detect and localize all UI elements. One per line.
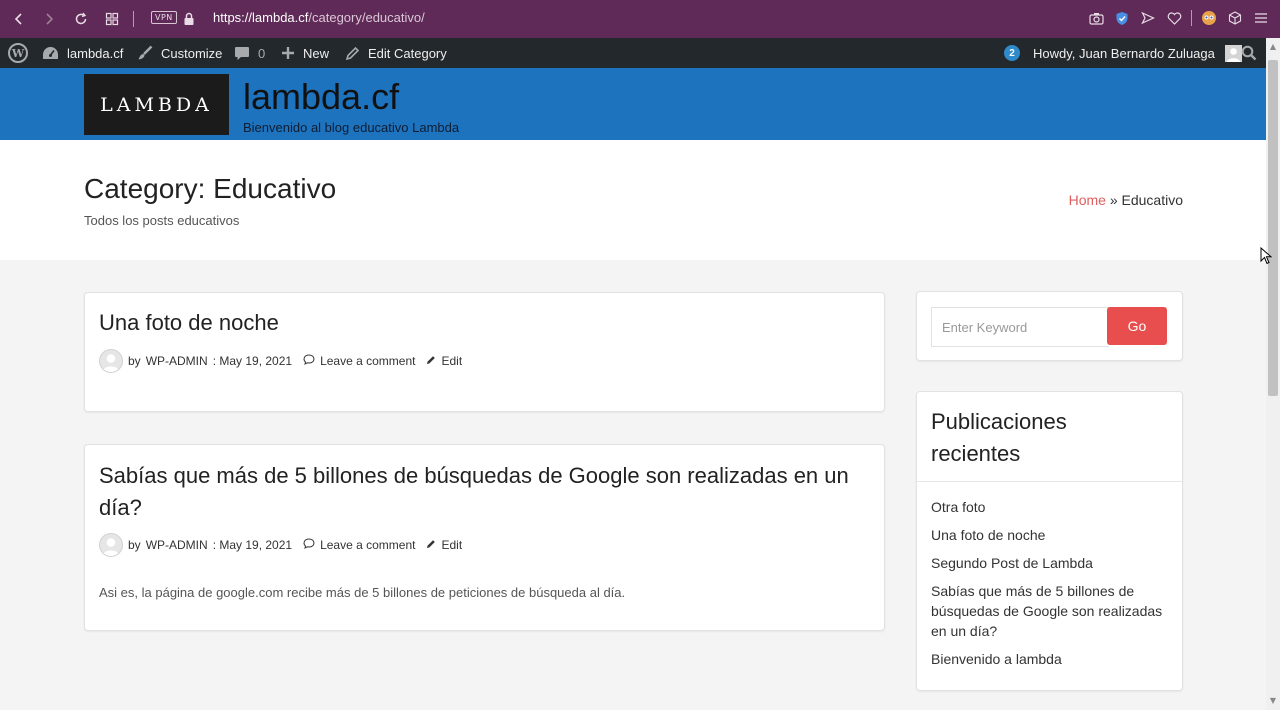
author-link[interactable]: WP-ADMIN <box>146 538 208 552</box>
post-card: Una foto de noche by WP-ADMIN : May 19, … <box>84 292 885 412</box>
site-tagline: Bienvenido al blog educativo Lambda <box>243 120 460 135</box>
customize-link[interactable]: Customize <box>137 38 222 68</box>
edit-link[interactable]: Edit <box>441 354 462 368</box>
cube-icon[interactable] <box>1226 9 1244 27</box>
forward-icon[interactable] <box>39 9 59 29</box>
plus-icon <box>281 46 295 60</box>
recent-posts-list: Otra foto Una foto de noche Segundo Post… <box>931 497 1171 677</box>
pencil-icon <box>345 46 360 61</box>
comment-icon <box>303 538 315 552</box>
new-label: New <box>303 45 330 61</box>
breadcrumb: Home » Educativo <box>1069 192 1183 208</box>
page-scrollbar[interactable]: ▲ ▼ <box>1266 38 1280 710</box>
admin-search-icon[interactable] <box>1241 38 1257 68</box>
mouse-cursor-icon <box>1260 246 1273 269</box>
site-header: LAMBDA lambda.cf Bienvenido al blog educ… <box>0 68 1266 140</box>
breadcrumb-home-link[interactable]: Home <box>1069 192 1106 208</box>
site-title[interactable]: lambda.cf <box>243 76 399 118</box>
wp-admin-bar: W lambda.cf Customize 0 New Edit Categor… <box>0 38 1266 68</box>
account-menu[interactable]: Howdy, Juan Bernardo Zuluaga <box>1033 38 1242 68</box>
breadcrumb-separator: » <box>1109 192 1118 208</box>
tabs-grid-icon[interactable] <box>102 9 122 29</box>
edit-pencil-icon <box>426 538 436 552</box>
search-go-button[interactable]: Go <box>1107 307 1167 345</box>
toolbar-divider <box>1191 10 1192 26</box>
browser-extension-icons <box>1087 9 1270 27</box>
post-excerpt: Asi es, la página de google.com recibe m… <box>99 585 626 600</box>
comment-link[interactable]: Leave a comment <box>320 354 415 368</box>
author-avatar <box>99 349 123 373</box>
notification-badge: 2 <box>1004 45 1020 61</box>
post-date[interactable]: : May 19, 2021 <box>213 354 292 368</box>
user-avatar <box>1224 44 1242 62</box>
camera-icon[interactable] <box>1087 9 1105 27</box>
scroll-thumb[interactable] <box>1268 60 1278 396</box>
edit-category-label: Edit Category <box>368 45 447 61</box>
profile-avatar-icon[interactable] <box>1200 9 1218 27</box>
recent-post-link[interactable]: Una foto de noche <box>931 525 1171 545</box>
author-avatar <box>99 533 123 557</box>
post-date[interactable]: : May 19, 2021 <box>213 538 292 552</box>
post-card: Sabías que más de 5 billones de búsqueda… <box>84 444 885 631</box>
widget-title: Publicaciones recientes <box>931 409 1067 466</box>
recent-post-link[interactable]: Sabías que más de 5 billones de búsqueda… <box>931 581 1171 641</box>
comment-link[interactable]: Leave a comment <box>320 538 415 552</box>
post-meta: by WP-ADMIN : May 19, 2021 Leave a comme… <box>99 533 462 557</box>
url-host: https://lambda.cf <box>213 10 309 25</box>
widget-divider <box>917 481 1182 482</box>
reload-icon[interactable] <box>71 9 91 29</box>
recent-post-link[interactable]: Segundo Post de Lambda <box>931 553 1171 573</box>
search-input[interactable]: Enter Keyword <box>931 307 1109 347</box>
brush-icon <box>137 45 153 61</box>
author-link[interactable]: WP-ADMIN <box>146 354 208 368</box>
comments-link[interactable]: 0 <box>234 38 265 68</box>
site-logo[interactable]: LAMBDA <box>84 74 229 135</box>
edit-pencil-icon <box>426 354 436 368</box>
menu-icon[interactable] <box>1252 9 1270 27</box>
admin-site-name: lambda.cf <box>67 45 124 61</box>
by-label: by <box>128 538 141 552</box>
recent-post-link[interactable]: Bienvenido a lambda <box>931 649 1171 669</box>
browser-toolbar: VPN https://lambda.cf/category/educativo… <box>0 0 1280 38</box>
customize-label: Customize <box>161 45 223 61</box>
search-widget: Enter Keyword Go <box>916 291 1183 361</box>
toolbar-divider <box>133 11 134 27</box>
address-bar[interactable]: https://lambda.cf/category/educativo/ <box>213 10 425 25</box>
by-label: by <box>128 354 141 368</box>
category-description: Todos los posts educativos <box>84 213 240 228</box>
vpn-badge[interactable]: VPN <box>151 11 177 24</box>
shield-icon[interactable] <box>1113 9 1131 27</box>
logo-text: LAMBDA <box>100 93 213 116</box>
recent-post-link[interactable]: Otra foto <box>931 497 1171 517</box>
edit-category-link[interactable]: Edit Category <box>345 38 447 68</box>
breadcrumb-current: Educativo <box>1121 192 1183 208</box>
url-path: /category/educativo/ <box>308 10 425 25</box>
post-title-link[interactable]: Sabías que más de 5 billones de búsqueda… <box>99 460 869 524</box>
page-title-area: Category: Educativo Todos los posts educ… <box>0 140 1266 260</box>
lock-icon[interactable] <box>179 9 199 29</box>
heart-icon[interactable] <box>1165 9 1183 27</box>
post-title-link[interactable]: Una foto de noche <box>99 307 279 339</box>
admin-site-link[interactable]: lambda.cf <box>42 38 123 68</box>
edit-link[interactable]: Edit <box>441 538 462 552</box>
page-title: Category: Educativo <box>84 173 337 204</box>
scroll-up-icon[interactable]: ▲ <box>1268 42 1278 52</box>
send-icon[interactable] <box>1139 9 1157 27</box>
comment-bubble-icon <box>234 46 250 61</box>
comments-count: 0 <box>258 45 266 61</box>
dashboard-icon <box>42 46 59 61</box>
post-meta: by WP-ADMIN : May 19, 2021 Leave a comme… <box>99 349 462 373</box>
comment-icon <box>303 354 315 368</box>
notifications-link[interactable]: 2 <box>1004 38 1020 68</box>
back-icon[interactable] <box>9 9 29 29</box>
new-content-link[interactable]: New <box>281 38 329 68</box>
scroll-down-icon[interactable]: ▼ <box>1268 696 1278 706</box>
howdy-label: Howdy, Juan Bernardo Zuluaga <box>1033 45 1215 61</box>
wordpress-logo-icon[interactable]: W <box>8 38 28 68</box>
recent-posts-widget: Publicaciones recientes Otra foto Una fo… <box>916 391 1183 691</box>
